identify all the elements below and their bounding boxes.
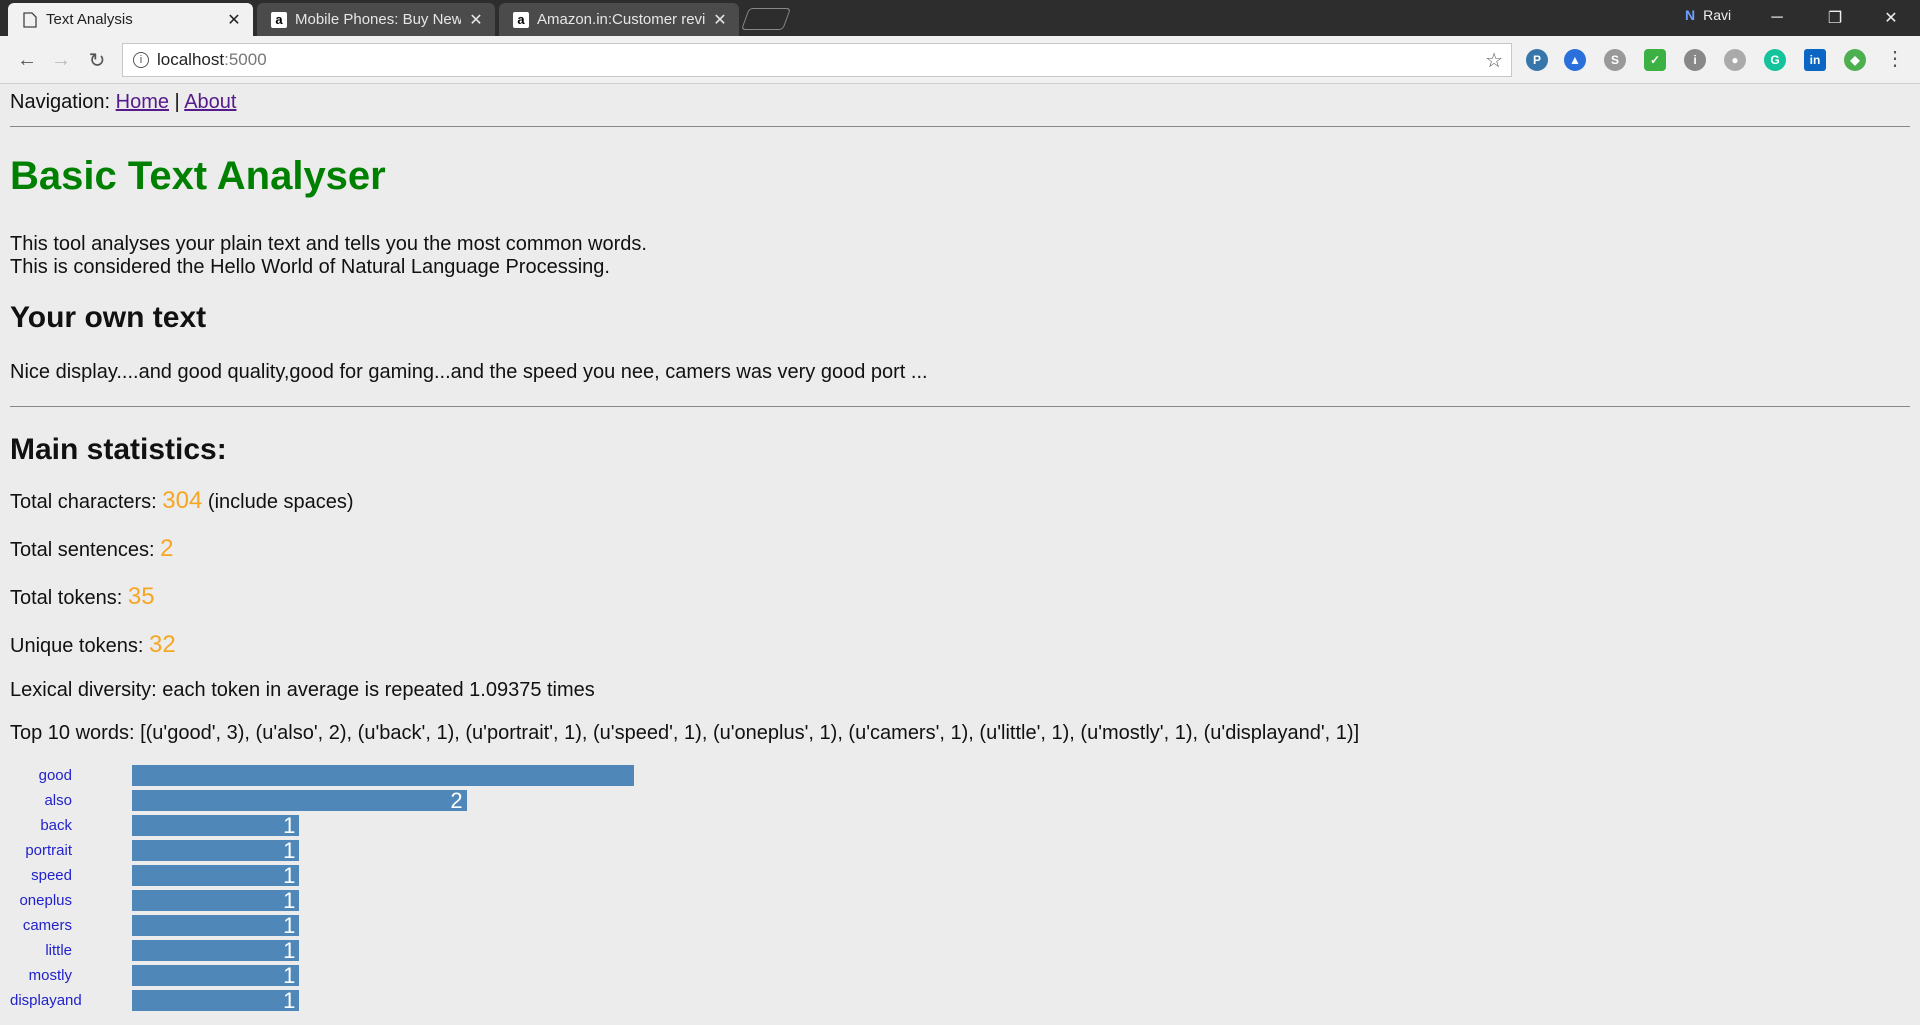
chart-data-label: 1	[283, 988, 296, 1013]
new-tab-button[interactable]	[740, 8, 792, 30]
tab-title: Amazon.in:Customer revi	[537, 11, 705, 28]
stat-value: 2	[160, 535, 174, 562]
chart-data-label: 1	[283, 863, 296, 888]
stat-value: 32	[148, 631, 176, 658]
chart-data-label: 1	[283, 888, 296, 913]
chart-category-label: back	[40, 817, 72, 834]
address-bar[interactable]: i localhost:5000 ☆	[122, 43, 1512, 77]
divider	[10, 126, 1910, 127]
graduation-cap-extension-icon[interactable]: ▲	[1564, 49, 1586, 71]
browser-tab-strip: Text Analysis ✕ a Mobile Phones: Buy New…	[0, 0, 1920, 36]
google-extension-icon[interactable]: ◆	[1844, 49, 1866, 71]
tab-title: Text Analysis	[46, 11, 133, 28]
total-characters: Total characters: 304 (include spaces)	[10, 487, 1910, 515]
grammarly-extension-icon[interactable]: G	[1764, 49, 1786, 71]
chart-category-label: displayand	[10, 992, 82, 1009]
stat-label: Unique tokens:	[10, 635, 144, 657]
circle-extension-icon[interactable]: ●	[1724, 49, 1746, 71]
restore-icon[interactable]: ❐	[1806, 0, 1864, 36]
chart-category-label: mostly	[28, 967, 72, 984]
navigation-bar: Navigation: Home | About	[10, 91, 1910, 114]
stat-suffix: (include spaces)	[207, 491, 354, 513]
profile-button[interactable]: N Ravi	[1685, 7, 1731, 23]
page-icon	[22, 11, 38, 28]
nav-separator: |	[174, 91, 180, 113]
chart-category-label: little	[45, 942, 72, 959]
back-arrow-icon[interactable]: ←	[14, 47, 40, 73]
url-host: localhost	[157, 50, 225, 69]
chart-category-label: camers	[22, 917, 72, 934]
total-sentences: Total sentences: 2	[10, 535, 1910, 563]
python-extension-icon[interactable]: P	[1526, 49, 1548, 71]
intro-text: This tool analyses your plain text and t…	[10, 233, 1910, 279]
close-icon[interactable]: ✕	[227, 10, 241, 30]
nav-label: Navigation:	[10, 91, 111, 113]
intro-line: This is considered the Hello World of Na…	[10, 256, 610, 278]
close-window-icon[interactable]: ✕	[1862, 0, 1920, 36]
page-content: Navigation: Home | About Basic Text Anal…	[0, 84, 1920, 1023]
chart-data-label: 1	[283, 963, 296, 988]
chart-data-label: 2	[450, 788, 463, 813]
shield-extension-icon[interactable]: ✓	[1644, 49, 1666, 71]
top-words: Top 10 words: [(u'good', 3), (u'also', 2…	[10, 722, 1360, 744]
chart-category-label: oneplus	[19, 892, 72, 909]
chart-data-label: 1	[283, 913, 296, 938]
bookmark-star-icon[interactable]: ☆	[1485, 48, 1503, 73]
minimize-icon[interactable]: ─	[1748, 0, 1806, 36]
forward-arrow-icon[interactable]: →	[48, 47, 74, 73]
nav-home-link[interactable]: Home	[116, 91, 169, 113]
chart-bar	[132, 765, 634, 786]
divider	[10, 406, 1910, 407]
chart-data-label: 1	[283, 838, 296, 863]
tab-amazon-reviews[interactable]: a Amazon.in:Customer revi ✕	[499, 3, 739, 36]
tab-mobile-phones[interactable]: a Mobile Phones: Buy New ✕	[257, 3, 495, 36]
chart-category-label: also	[44, 792, 72, 809]
unique-tokens: Unique tokens: 32	[10, 631, 1910, 659]
tab-text-analysis[interactable]: Text Analysis ✕	[8, 3, 253, 36]
linkedin-extension-icon[interactable]: in	[1804, 49, 1826, 71]
skype-extension-icon[interactable]: S	[1604, 49, 1626, 71]
info-icon[interactable]: i	[133, 52, 149, 68]
bulb-extension-icon[interactable]: i	[1684, 49, 1706, 71]
chart-data-label: 1	[283, 813, 296, 838]
chart-category-label: speed	[31, 867, 72, 884]
word-frequency-chart: good also 2 back 1 portrait 1 speed 1 oneplus 1 cam…	[10, 765, 710, 1025]
amazon-icon: a	[513, 11, 529, 28]
profile-name: Ravi	[1703, 7, 1732, 23]
stat-label: Total characters:	[10, 491, 157, 513]
close-icon[interactable]: ✕	[469, 10, 483, 30]
lexical-diversity: Lexical diversity: each token in average…	[10, 679, 595, 701]
own-text-heading: Your own text	[10, 301, 207, 334]
chart-category-label: portrait	[25, 842, 72, 859]
tab-title: Mobile Phones: Buy New	[295, 11, 461, 28]
stat-value: 35	[127, 583, 155, 610]
amazon-icon: a	[271, 11, 287, 28]
stats-heading: Main statistics:	[10, 433, 227, 466]
menu-kebab-icon[interactable]: ⋮	[1885, 46, 1905, 71]
nav-about-link[interactable]: About	[184, 91, 236, 113]
url-port: :5000	[224, 50, 267, 69]
chart-data-label: 1	[283, 938, 296, 963]
reload-icon[interactable]: ↻	[84, 47, 110, 73]
stat-value: 304	[162, 487, 203, 514]
page-title: Basic Text Analyser	[10, 154, 386, 198]
intro-line: This tool analyses your plain text and t…	[10, 233, 647, 255]
browser-toolbar: ← → ↻ i localhost:5000 ☆ P ▲ S ✓ i ● G i…	[0, 36, 1920, 84]
chart-category-label: good	[38, 767, 72, 784]
stat-label: Total tokens:	[10, 587, 123, 609]
stat-label: Total sentences:	[10, 539, 155, 561]
total-tokens: Total tokens: 35	[10, 583, 1910, 611]
profile-icon: N	[1685, 7, 1696, 23]
own-text: Nice display....and good quality,good fo…	[10, 361, 928, 383]
close-icon[interactable]: ✕	[713, 10, 727, 30]
